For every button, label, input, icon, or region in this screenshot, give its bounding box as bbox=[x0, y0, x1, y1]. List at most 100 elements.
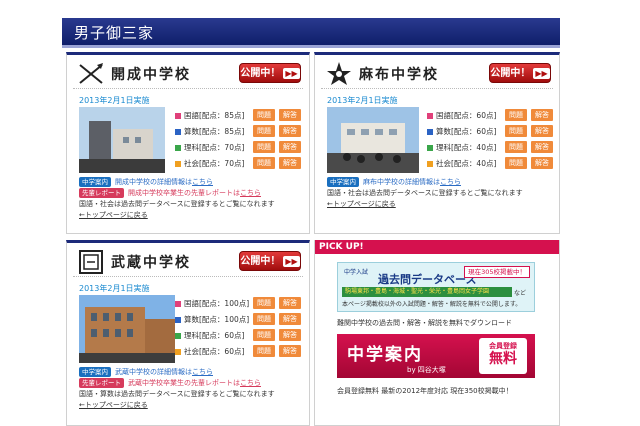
subject-label: 社会[配点：70点] bbox=[184, 159, 245, 168]
school-card-azabu: 麻布中学校 公開中！ ▶▶ 2013年2月1日実施 国語[配点：60点] 問題 解答 … bbox=[314, 52, 560, 234]
answer-button[interactable]: 解答 bbox=[531, 157, 553, 169]
card-header: 武蔵中学校 公開中！ ▶▶ bbox=[73, 249, 303, 277]
answer-button[interactable]: 解答 bbox=[279, 157, 301, 169]
info-tag: 中学案内 bbox=[79, 367, 111, 377]
pen-crest-icon bbox=[79, 63, 103, 84]
database-note: 国語・社会は過去問データベースに登録するとご覧になれます bbox=[79, 200, 275, 208]
back-to-top-link[interactable]: ←トップページに戻る bbox=[79, 210, 307, 221]
subject-marker bbox=[175, 145, 181, 151]
back-to-top-link[interactable]: ←トップページに戻る bbox=[327, 199, 555, 210]
open-label: 公開中！ bbox=[490, 68, 531, 79]
ad1-caption: 難関中学校の過去問・解答・解説を無料でダウンロード bbox=[337, 319, 512, 327]
report-row: 先輩レポート 開成中学校卒業生の先輩レポートはこちら bbox=[79, 188, 307, 199]
school-photo bbox=[327, 107, 419, 173]
ad2-by-label: by 四谷大塚 bbox=[407, 366, 446, 374]
open-label: 公開中！ bbox=[240, 68, 281, 79]
subject-marker bbox=[175, 129, 181, 135]
subject-marker bbox=[175, 349, 181, 355]
report-text: 開成中学校卒業生の先輩レポートは bbox=[128, 189, 240, 197]
card-header: 麻布中学校 公開中！ ▶▶ bbox=[321, 61, 553, 89]
school-guide-banner[interactable]: 中学案内 by 四谷大塚 会員登録 無料 bbox=[337, 334, 535, 378]
badge-big: 無料 bbox=[489, 351, 517, 367]
subject-row: 国語[配点：85点] 問題 解答 bbox=[175, 109, 303, 125]
question-button[interactable]: 問題 bbox=[505, 125, 527, 137]
subject-row: 算数[配点：85点] 問題 解答 bbox=[175, 125, 303, 141]
ad1-count-badge: 現在305校掲載中！ bbox=[464, 266, 530, 278]
card-header: 開成中学校 公開中！ ▶▶ bbox=[73, 61, 303, 89]
answer-button[interactable]: 解答 bbox=[279, 125, 301, 137]
answer-button[interactable]: 解答 bbox=[279, 313, 301, 325]
open-label: 公開中！ bbox=[240, 256, 281, 267]
report-row: 先輩レポート 武蔵中学校卒業生の先輩レポートはこちら bbox=[79, 378, 307, 389]
ad1-subtext: 本ページ掲載校以外の入試問題・解答・解説を無料で公開します。 bbox=[342, 301, 522, 308]
answer-button[interactable]: 解答 bbox=[279, 141, 301, 153]
subject-row: 算数[配点：60点] 問題 解答 bbox=[427, 125, 555, 141]
section-banner: 男子御三家 bbox=[62, 18, 560, 48]
info-row: 中学案内 麻布中学校の詳細情報はこちら bbox=[327, 177, 555, 188]
open-button[interactable]: 公開中！ ▶▶ bbox=[239, 63, 301, 83]
answer-button[interactable]: 解答 bbox=[279, 109, 301, 121]
report-link[interactable]: こちら bbox=[240, 379, 261, 387]
subject-marker bbox=[175, 113, 181, 119]
report-tag: 先輩レポート bbox=[79, 378, 124, 388]
subject-list: 国語[配点：85点] 問題 解答 算数[配点：85点] 問題 解答 理科[配点：70点]… bbox=[175, 109, 303, 173]
subject-row: 国語[配点：100点] 問題 解答 bbox=[175, 297, 303, 313]
pickup-panel: PICK UP! 中学入試 過去問データベース 現在305校掲載中！ 駒場東邦・… bbox=[314, 240, 560, 426]
school-name: 麻布中学校 bbox=[359, 67, 439, 83]
question-button[interactable]: 問題 bbox=[505, 141, 527, 153]
info-link[interactable]: こちら bbox=[192, 368, 213, 376]
ad2-title: 中学案内 bbox=[347, 345, 423, 365]
answer-button[interactable]: 解答 bbox=[531, 109, 553, 121]
subject-row: 算数[配点：100点] 問題 解答 bbox=[175, 313, 303, 329]
section-title: 男子御三家 bbox=[74, 24, 155, 42]
subject-label: 理科[配点：60点] bbox=[184, 331, 245, 340]
info-link[interactable]: こちら bbox=[192, 178, 213, 186]
question-button[interactable]: 問題 bbox=[253, 109, 275, 121]
subject-marker bbox=[175, 317, 181, 323]
question-button[interactable]: 問題 bbox=[505, 109, 527, 121]
subject-row: 社会[配点：70点] 問題 解答 bbox=[175, 157, 303, 173]
subject-label: 国語[配点：60点] bbox=[436, 111, 497, 120]
answer-button[interactable]: 解答 bbox=[531, 125, 553, 137]
ad1-small-label: 中学入試 bbox=[344, 269, 369, 276]
subject-label: 理科[配点：70点] bbox=[184, 143, 245, 152]
subject-row: 理科[配点：60点] 問題 解答 bbox=[175, 329, 303, 345]
double-arrow-icon: ▶▶ bbox=[283, 67, 300, 79]
subject-row: 社会[配点：40点] 問題 解答 bbox=[427, 157, 555, 173]
info-row: 中学案内 武蔵中学校の詳細情報はこちら bbox=[79, 367, 307, 378]
question-button[interactable]: 問題 bbox=[253, 329, 275, 341]
report-text: 武蔵中学校卒業生の先輩レポートは bbox=[128, 379, 240, 387]
open-button[interactable]: 公開中！ ▶▶ bbox=[489, 63, 551, 83]
answer-button[interactable]: 解答 bbox=[531, 141, 553, 153]
subject-label: 算数[配点：100点] bbox=[184, 315, 250, 324]
report-link[interactable]: こちら bbox=[240, 189, 261, 197]
subject-marker bbox=[427, 113, 433, 119]
back-to-top-link[interactable]: ←トップページに戻る bbox=[79, 400, 307, 411]
info-text: 開成中学校の詳細情報は bbox=[115, 178, 192, 186]
free-registration-badge: 会員登録 無料 bbox=[479, 338, 527, 374]
info-link[interactable]: こちら bbox=[440, 178, 461, 186]
subject-marker bbox=[175, 161, 181, 167]
open-button[interactable]: 公開中！ ▶▶ bbox=[239, 251, 301, 271]
question-button[interactable]: 問題 bbox=[253, 157, 275, 169]
past-exam-database-banner[interactable]: 中学入試 過去問データベース 現在305校掲載中！ 駒場東邦・豊島・海城・聖光・… bbox=[337, 262, 535, 312]
school-photo bbox=[79, 295, 175, 363]
info-tag: 中学案内 bbox=[79, 177, 111, 187]
answer-button[interactable]: 解答 bbox=[279, 329, 301, 341]
question-button[interactable]: 問題 bbox=[253, 141, 275, 153]
question-button[interactable]: 問題 bbox=[505, 157, 527, 169]
subject-label: 理科[配点：40点] bbox=[436, 143, 497, 152]
answer-button[interactable]: 解答 bbox=[279, 297, 301, 309]
star-crest-icon bbox=[327, 62, 351, 85]
subject-marker bbox=[175, 333, 181, 339]
answer-button[interactable]: 解答 bbox=[279, 345, 301, 357]
question-button[interactable]: 問題 bbox=[253, 125, 275, 137]
question-button[interactable]: 問題 bbox=[253, 313, 275, 325]
question-button[interactable]: 問題 bbox=[253, 345, 275, 357]
subject-list: 国語[配点：100点] 問題 解答 算数[配点：100点] 問題 解答 理科[配点：60… bbox=[175, 297, 303, 361]
seal-crest-icon bbox=[79, 250, 103, 274]
exam-date: 2013年2月1日実施 bbox=[79, 284, 150, 293]
subject-label: 社会[配点：60点] bbox=[184, 347, 245, 356]
question-button[interactable]: 問題 bbox=[253, 297, 275, 309]
subject-row: 理科[配点：40点] 問題 解答 bbox=[427, 141, 555, 157]
